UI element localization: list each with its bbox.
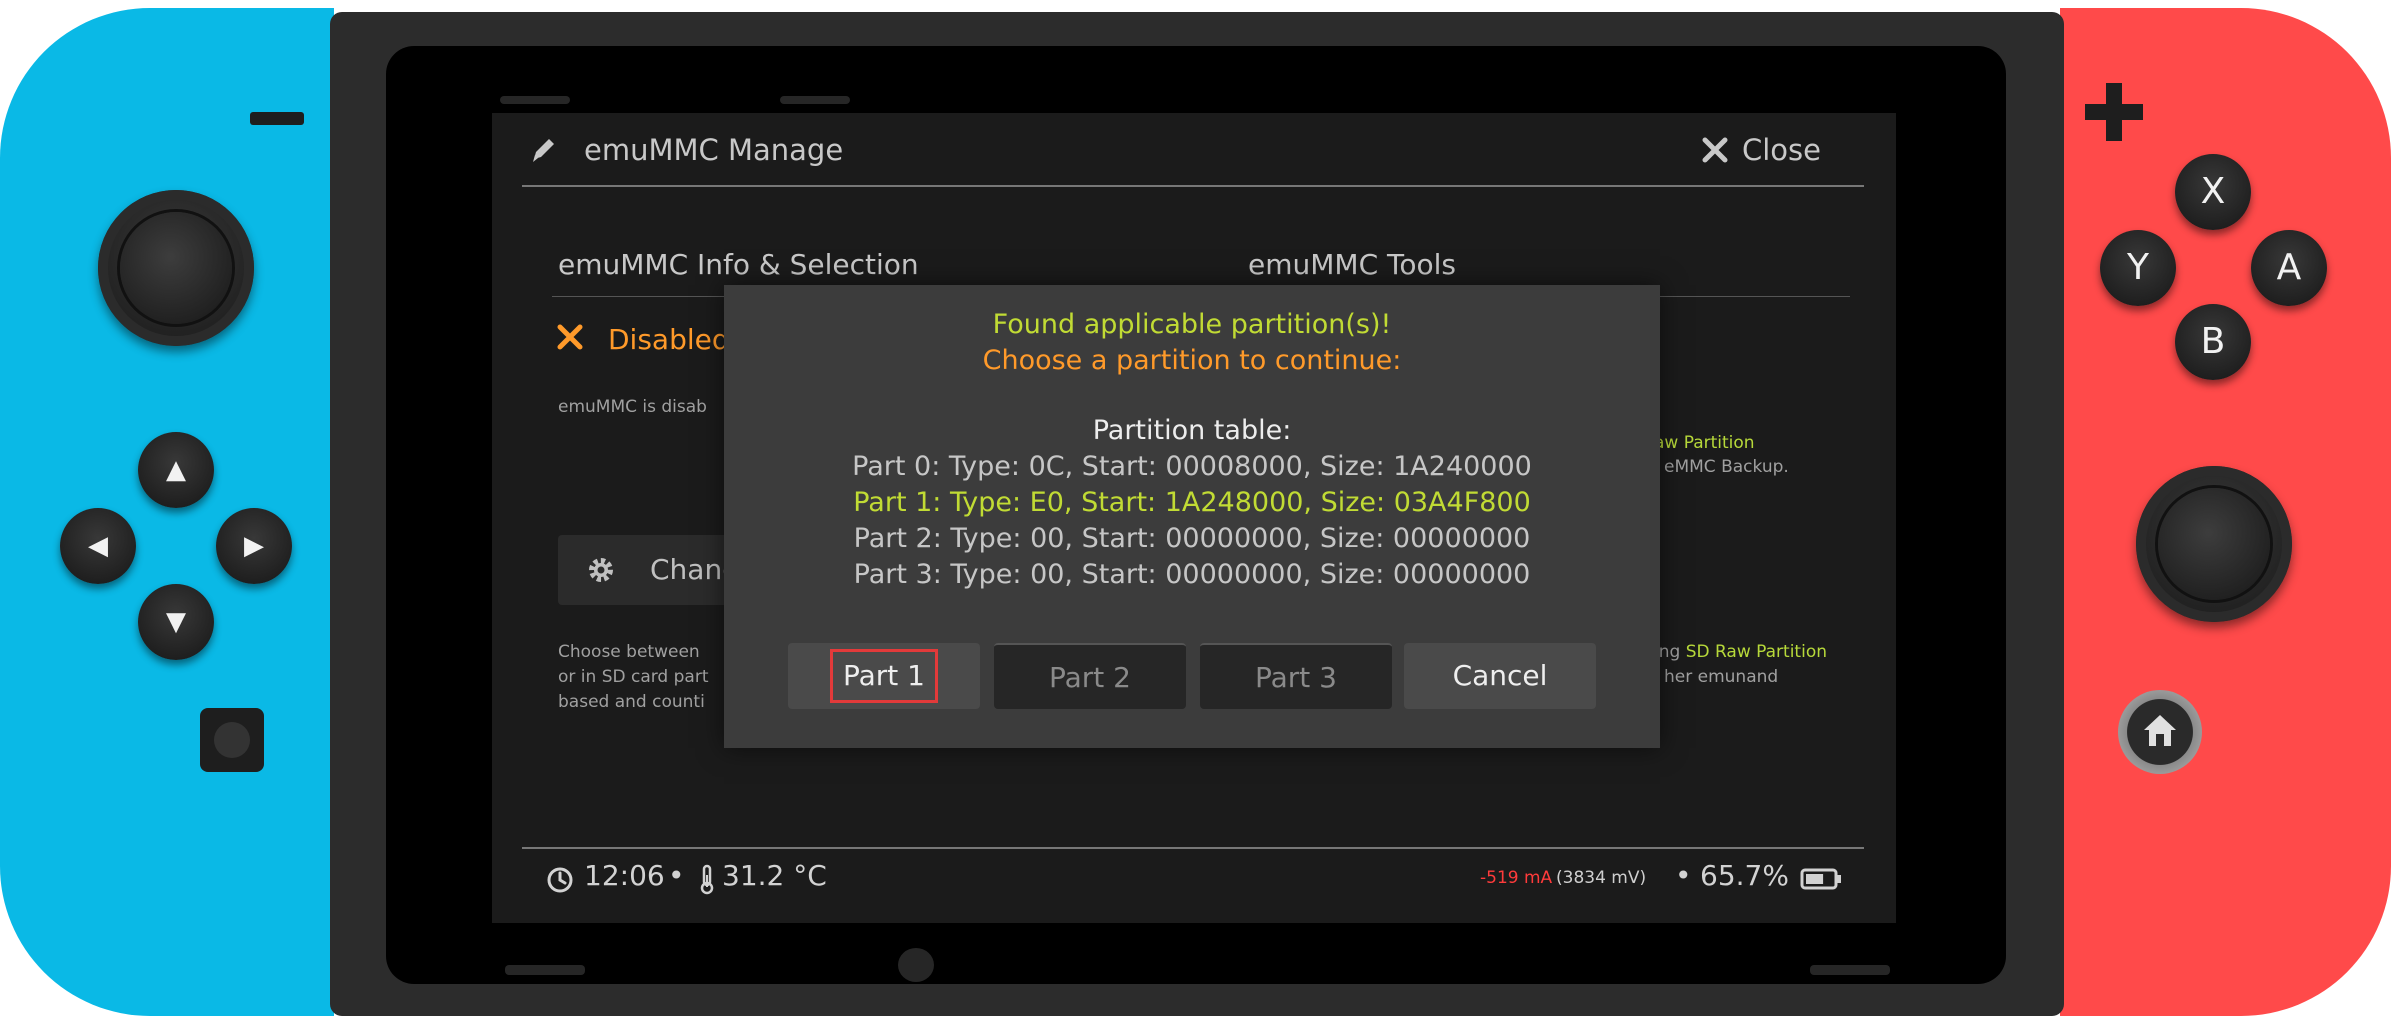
- temperature: 31.2 °C: [722, 859, 827, 892]
- x-button[interactable]: X: [2175, 154, 2251, 230]
- part-1-label: Part 1: [830, 649, 938, 703]
- cancel-button[interactable]: Cancel: [1404, 643, 1596, 709]
- left-joycon: ▲ ◀ ▶ ▼: [0, 8, 334, 1016]
- close-button[interactable]: Close: [1742, 133, 1821, 167]
- close-icon[interactable]: [1702, 137, 1728, 163]
- emummc-status: Disabled: [608, 323, 730, 356]
- minus-button[interactable]: [250, 112, 304, 125]
- page-title: emuMMC Manage: [584, 133, 844, 167]
- partition-row-selected: Part 1: Type: E0, Start: 1A248000, Size:…: [853, 487, 1531, 518]
- battery-icon: [1800, 868, 1841, 890]
- dpad-left-button[interactable]: ◀: [60, 508, 136, 584]
- right-joycon: X Y A B: [2060, 8, 2391, 1016]
- clock-icon: [547, 867, 573, 893]
- dpad-down-button[interactable]: ▼: [138, 584, 214, 660]
- help-line-2: or in SD card part: [558, 667, 709, 687]
- sd-raw-partition-link[interactable]: SD Raw Partition: [1686, 642, 1827, 662]
- part-2-button[interactable]: Part 2: [994, 643, 1186, 709]
- gear-icon: [589, 558, 613, 582]
- plus-button[interactable]: [2085, 83, 2143, 141]
- vent-slot: [500, 96, 570, 104]
- partition-row: Part 2: Type: 00, Start: 00000000, Size:…: [853, 523, 1531, 554]
- dpad-right-button[interactable]: ▶: [216, 508, 292, 584]
- home-icon: [2144, 715, 2176, 746]
- speaker-slot: [505, 965, 585, 975]
- dpad-up-button[interactable]: ▲: [138, 432, 214, 508]
- home-button[interactable]: [2118, 690, 2202, 774]
- screen: emuMMC Manage Close emuMMC Info & Select…: [492, 113, 1896, 923]
- disabled-x-icon: [557, 324, 583, 350]
- status-separator: •: [668, 859, 685, 892]
- light-sensor: [898, 948, 934, 982]
- emummc-description: emuMMC is disab: [558, 397, 707, 417]
- partition-table-title: Partition table:: [1092, 415, 1292, 446]
- emmc-backup-text: eMMC Backup.: [1664, 457, 1789, 477]
- help-line-1: Choose between: [558, 642, 700, 662]
- battery-percent: 65.7%: [1700, 859, 1789, 892]
- a-button[interactable]: A: [2251, 230, 2327, 306]
- partition-row: Part 3: Type: 00, Start: 00000000, Size:…: [853, 559, 1531, 590]
- vent-slot: [780, 96, 850, 104]
- battery-fill: [1806, 874, 1824, 884]
- choose-message: Choose a partition to continue:: [982, 345, 1402, 376]
- right-panel-title: emuMMC Tools: [1248, 248, 1456, 281]
- left-panel-title: emuMMC Info & Selection: [558, 248, 919, 281]
- raw-partition-link[interactable]: aw Partition: [1654, 431, 1755, 456]
- help-line-3: based and counti: [558, 692, 705, 712]
- status-bar-divider: [522, 847, 1864, 849]
- thermometer-icon: [700, 864, 714, 895]
- left-analog-stick[interactable]: [98, 190, 254, 346]
- y-button[interactable]: Y: [2100, 230, 2176, 306]
- b-button[interactable]: B: [2175, 304, 2251, 380]
- clock-time: 12:06: [584, 859, 665, 892]
- emunand-text: her emunand: [1664, 667, 1779, 687]
- partition-dialog: Found applicable partition(s)! Choose a …: [724, 285, 1660, 748]
- header-divider: [522, 185, 1864, 187]
- battery-current: -519 mA: [1480, 868, 1553, 888]
- speaker-slot: [1810, 965, 1890, 975]
- pencil-icon: [533, 139, 554, 162]
- part-1-button[interactable]: Part 1: [788, 643, 980, 709]
- found-message: Found applicable partition(s)!: [992, 309, 1392, 340]
- tools-help-line: ing SD Raw Partition: [1654, 640, 1827, 665]
- status-separator: •: [1675, 859, 1692, 892]
- part-3-button[interactable]: Part 3: [1200, 643, 1392, 709]
- partition-row: Part 0: Type: 0C, Start: 00008000, Size:…: [852, 451, 1532, 482]
- battery-voltage: (3834 mV): [1556, 868, 1647, 888]
- capture-button[interactable]: [200, 708, 264, 772]
- right-analog-stick[interactable]: [2136, 466, 2292, 622]
